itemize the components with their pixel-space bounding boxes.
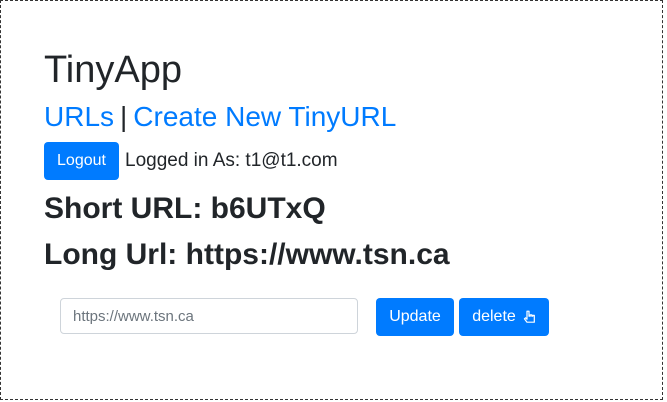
delete-button[interactable]: delete	[459, 298, 549, 336]
logout-button[interactable]: Logout	[44, 142, 119, 180]
short-url-heading: Short URL: b6UTxQ	[44, 191, 326, 227]
long-url-input[interactable]	[60, 298, 358, 334]
update-button[interactable]: Update	[376, 298, 454, 336]
short-url-value: b6UTxQ	[210, 192, 326, 225]
logged-in-status: Logged in As: t1@t1.com	[125, 150, 338, 171]
app-title: TinyApp	[44, 49, 182, 91]
delete-button-label: delete	[472, 308, 516, 325]
nav-link-urls[interactable]: URLs	[44, 101, 114, 132]
nav-separator: |	[120, 101, 128, 132]
hand-pointing-up-icon	[522, 310, 536, 324]
top-nav: URLs | Create New TinyURL	[44, 99, 396, 135]
session-bar: Logout Logged in As: t1@t1.com	[44, 142, 338, 180]
long-url-label: Long Url:	[44, 238, 178, 271]
long-url-heading: Long Url: https://www.tsn.ca	[44, 237, 450, 273]
short-url-label: Short URL:	[44, 192, 203, 225]
long-url-value: https://www.tsn.ca	[185, 238, 450, 271]
nav-link-create-tinyurl[interactable]: Create New TinyURL	[133, 101, 396, 132]
